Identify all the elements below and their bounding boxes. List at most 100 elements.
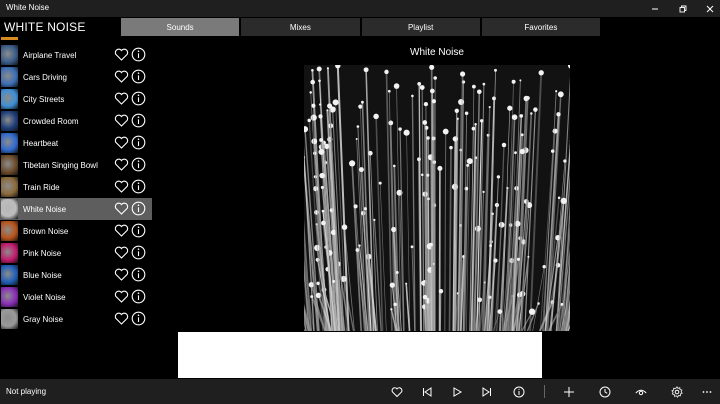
details-button[interactable] (510, 383, 528, 401)
info-icon (513, 386, 525, 398)
sound-list[interactable]: Airplane Travel Cars Driving City Streets C… (0, 37, 152, 377)
previous-button[interactable] (418, 383, 436, 401)
info-button[interactable] (131, 289, 146, 304)
info-button[interactable] (131, 245, 146, 260)
sound-item[interactable]: Violet Noise (0, 286, 152, 308)
favorite-toggle[interactable] (114, 113, 129, 128)
sound-item-label: Tibetan Singing Bowl (23, 160, 98, 170)
info-button[interactable] (131, 223, 146, 238)
sound-item[interactable]: Cars Driving (0, 66, 152, 88)
app-title: WHITE NOISE (4, 20, 86, 34)
info-icon (131, 113, 146, 128)
info-button[interactable] (131, 113, 146, 128)
sound-item[interactable]: Heartbeat (0, 132, 152, 154)
favorite-toggle[interactable] (114, 201, 129, 216)
sound-thumbnail (1, 221, 18, 241)
ad-banner[interactable] (178, 332, 542, 378)
window-title: White Noise (6, 3, 50, 12)
info-icon (131, 47, 146, 62)
sound-thumbnail (1, 265, 18, 285)
sound-item[interactable]: Gray Noise (0, 308, 152, 330)
info-button[interactable] (131, 267, 146, 282)
sound-item[interactable]: Train Ride (0, 176, 152, 198)
info-button[interactable] (131, 157, 146, 172)
next-button[interactable] (478, 383, 496, 401)
heart-icon (114, 224, 129, 237)
sound-item-label: White Noise (23, 204, 67, 214)
heart-icon (114, 70, 129, 83)
sound-thumbnail (1, 45, 18, 65)
heart-icon (391, 387, 403, 398)
close-icon (706, 5, 714, 12)
favorite-toggle[interactable] (114, 47, 129, 62)
sound-item-label: Airplane Travel (23, 50, 77, 60)
sound-item-label: Brown Noise (23, 226, 69, 236)
info-button[interactable] (131, 179, 146, 194)
add-button[interactable] (560, 383, 578, 401)
info-button[interactable] (131, 135, 146, 150)
sound-thumbnail (1, 89, 18, 109)
sound-item-label: Violet Noise (23, 292, 66, 302)
heart-icon (114, 48, 129, 61)
sound-thumbnail (1, 67, 18, 87)
sound-item[interactable]: Tibetan Singing Bowl (0, 154, 152, 176)
sound-item-label: Blue Noise (23, 270, 62, 280)
heart-icon (114, 136, 129, 149)
favorite-toggle[interactable] (114, 179, 129, 194)
sound-thumbnail (1, 155, 18, 175)
minimize-button[interactable] (642, 0, 668, 17)
info-button[interactable] (131, 91, 146, 106)
tab-sounds[interactable]: Sounds (121, 18, 240, 36)
sound-item[interactable]: Crowded Room (0, 110, 152, 132)
timer-button[interactable] (596, 383, 614, 401)
play-button[interactable] (448, 383, 466, 401)
heart-icon (114, 246, 129, 259)
heart-icon (114, 312, 129, 325)
sound-item[interactable]: Airplane Travel (0, 44, 152, 66)
info-button[interactable] (131, 47, 146, 62)
info-icon (131, 69, 146, 84)
favorite-toggle[interactable] (114, 245, 129, 260)
favorite-toggle[interactable] (114, 91, 129, 106)
favorite-toggle[interactable] (114, 223, 129, 238)
favorite-toggle[interactable] (114, 311, 129, 326)
sound-item[interactable]: Pink Noise (0, 242, 152, 264)
close-button[interactable] (697, 0, 720, 17)
info-button[interactable] (131, 311, 146, 326)
sound-thumbnail (1, 111, 18, 131)
more-button[interactable] (698, 383, 716, 401)
sound-item[interactable]: White Noise (0, 198, 152, 220)
sound-item[interactable]: Brown Noise (0, 220, 152, 242)
info-icon (131, 267, 146, 282)
favorite-button[interactable] (388, 383, 406, 401)
tab-favorites[interactable]: Favorites (481, 18, 600, 36)
favorite-toggle[interactable] (114, 69, 129, 84)
heart-icon (114, 92, 129, 105)
info-icon (131, 201, 146, 216)
timer-icon (599, 386, 611, 398)
view-button[interactable] (632, 383, 650, 401)
sound-item-label: City Streets (23, 94, 65, 104)
more-icon (702, 391, 712, 393)
info-icon (131, 245, 146, 260)
sound-item[interactable]: Blue Noise (0, 264, 152, 286)
favorite-toggle[interactable] (114, 267, 129, 282)
sound-item[interactable]: City Streets (0, 88, 152, 110)
eye-icon (635, 389, 647, 396)
settings-button[interactable] (668, 383, 686, 401)
sound-item-label: Cars Driving (23, 72, 68, 82)
favorite-toggle[interactable] (114, 157, 129, 172)
restore-button[interactable] (670, 0, 696, 17)
favorite-toggle[interactable] (114, 135, 129, 150)
sound-thumbnail (1, 133, 18, 153)
info-button[interactable] (131, 69, 146, 84)
tab-mixes[interactable]: Mixes (241, 18, 360, 36)
info-button[interactable] (131, 201, 146, 216)
favorite-toggle[interactable] (114, 289, 129, 304)
tab-playlist[interactable]: Playlist (361, 18, 480, 36)
info-icon (131, 311, 146, 326)
add-icon (564, 387, 574, 397)
command-bar: Not playing (0, 379, 720, 404)
heart-icon (114, 114, 129, 127)
restore-icon (679, 5, 687, 12)
